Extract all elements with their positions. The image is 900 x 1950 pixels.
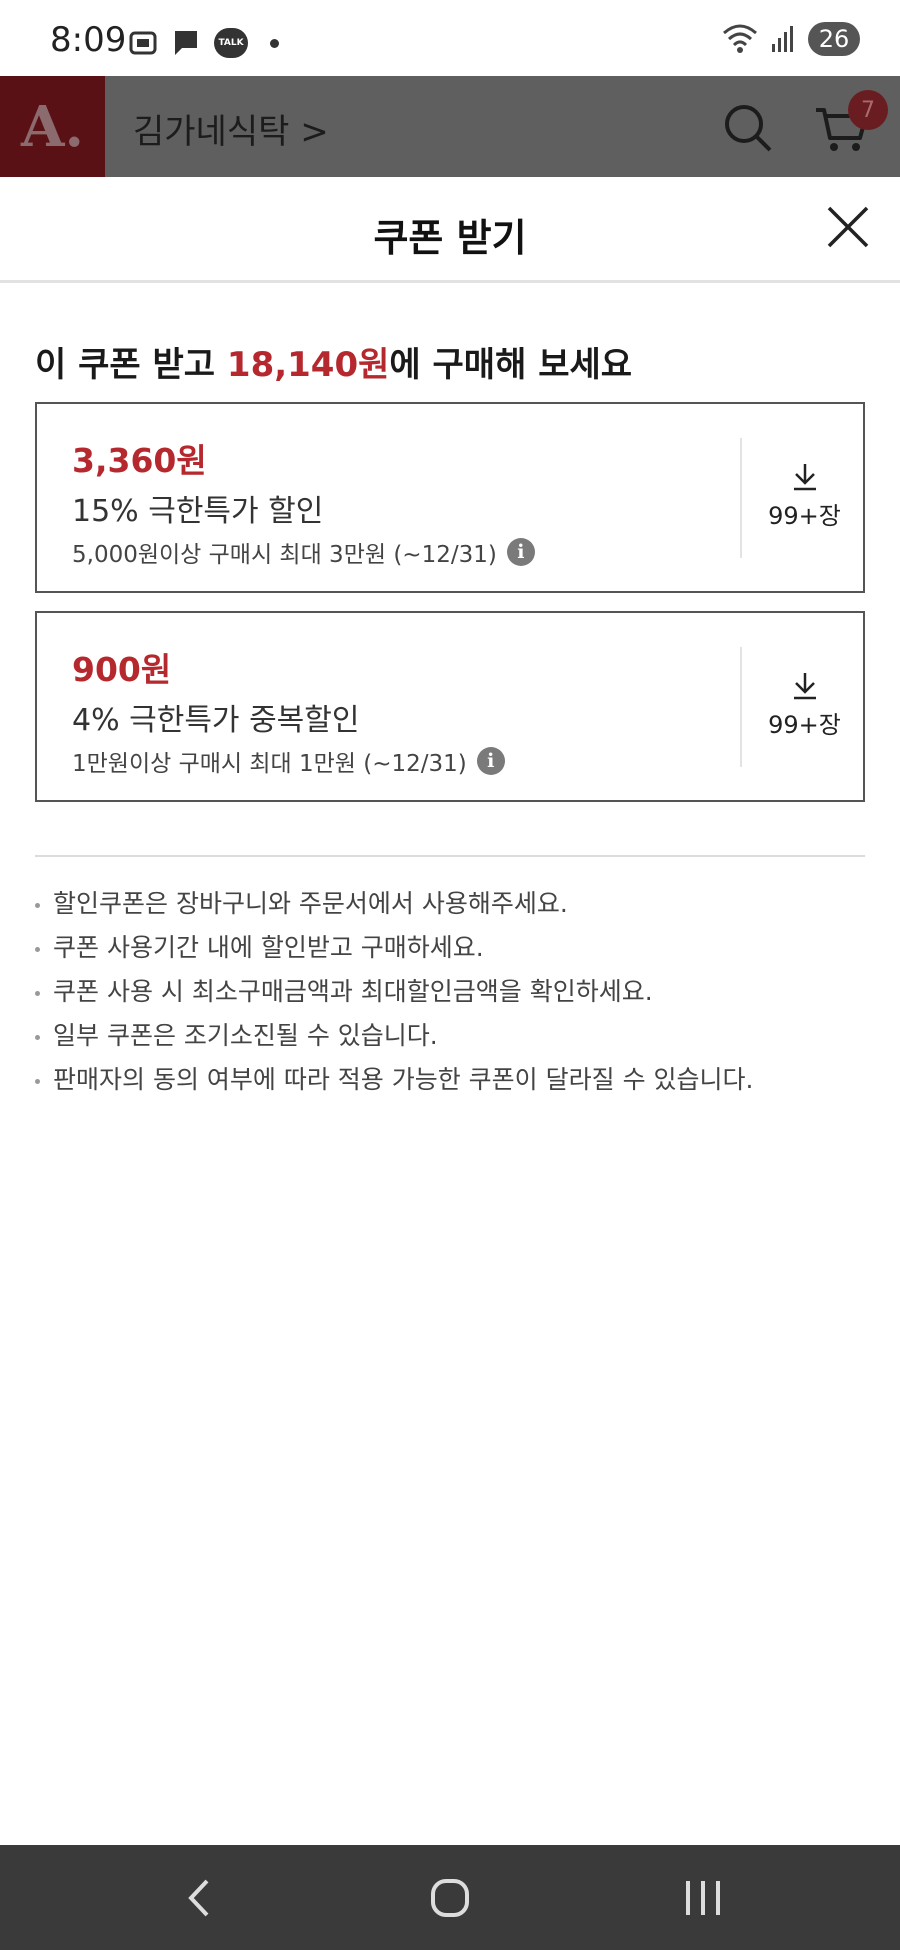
kakaotalk-icon: TALK bbox=[214, 28, 248, 58]
coupon-condition-text: 5,000원이상 구매시 최대 3만원 (~12/31) bbox=[72, 542, 497, 568]
screenshot-icon bbox=[129, 31, 157, 55]
signal-icon bbox=[772, 26, 793, 52]
wifi-icon bbox=[723, 24, 757, 53]
coupon-download-count: 99+장 bbox=[768, 502, 841, 530]
coupon-name: 15% 극한특가 할인 bbox=[72, 494, 324, 529]
sheet-title: 쿠폰 받기 bbox=[373, 216, 527, 260]
coupon-notice-list: 할인쿠폰은 장바구니와 주문서에서 사용해주세요. 쿠폰 사용기간 내에 할인받… bbox=[35, 889, 865, 1109]
notice-item: 쿠폰 사용 시 최소구매금액과 최대할인금액을 확인하세요. bbox=[35, 977, 865, 1007]
coupon-download-button[interactable]: 99+장 bbox=[742, 462, 867, 542]
info-icon[interactable]: i bbox=[476, 747, 505, 775]
coupon-download-count: 99+장 bbox=[768, 711, 841, 739]
notice-divider bbox=[35, 855, 865, 857]
close-icon[interactable] bbox=[825, 204, 871, 250]
cart-count: 7 bbox=[861, 97, 875, 123]
coupon-sheet: 쿠폰 받기 이 쿠폰 받고 18,140원에 구매해 보세요 3,360원 15… bbox=[0, 177, 900, 1845]
coupon-headline: 이 쿠폰 받고 18,140원에 구매해 보세요 bbox=[35, 337, 632, 386]
kakaotalk-label: TALK bbox=[218, 38, 244, 48]
search-icon[interactable] bbox=[722, 102, 774, 154]
download-icon bbox=[793, 673, 816, 700]
notice-item: 할인쿠폰은 장바구니와 주문서에서 사용해주세요. bbox=[35, 889, 865, 919]
recent-apps-icon[interactable] bbox=[678, 1873, 728, 1923]
coupon-condition-text: 1만원이상 구매시 최대 1만원 (~12/31) bbox=[72, 751, 467, 777]
system-nav-bar bbox=[0, 1845, 900, 1950]
back-icon[interactable] bbox=[175, 1873, 225, 1923]
coupon-name: 4% 극한특가 중복할인 bbox=[72, 703, 360, 738]
screen: 8:09 TALK 26 A. 김가네식탁 > 7 쿠폰 받기 이 쿠폰 받고 … bbox=[0, 0, 900, 1950]
app-header: A. 김가네식탁 > 7 bbox=[0, 76, 900, 177]
status-right: 26 bbox=[722, 22, 860, 56]
coupon-condition: 1만원이상 구매시 최대 1만원 (~12/31) i bbox=[72, 744, 505, 778]
coupon-download-button[interactable]: 99+장 bbox=[742, 671, 867, 751]
battery-level: 26 bbox=[818, 25, 850, 53]
battery-indicator: 26 bbox=[808, 22, 860, 56]
download-icon bbox=[793, 464, 816, 491]
headline-post: 에 구매해 보세요 bbox=[389, 345, 633, 385]
notice-item: 쿠폰 사용기간 내에 할인받고 구매하세요. bbox=[35, 933, 865, 963]
status-bar: 8:09 TALK 26 bbox=[0, 0, 900, 76]
notification-icons: TALK bbox=[128, 28, 279, 58]
cart-count-badge: 7 bbox=[848, 90, 888, 130]
brand-logo[interactable]: A. bbox=[0, 76, 105, 177]
home-icon[interactable] bbox=[425, 1873, 475, 1923]
notice-item: 판매자의 동의 여부에 따라 적용 가능한 쿠폰이 달라질 수 있습니다. bbox=[35, 1065, 865, 1095]
notice-item: 일부 쿠폰은 조기소진될 수 있습니다. bbox=[35, 1021, 865, 1051]
coupon-card[interactable]: 3,360원 15% 극한특가 할인 5,000원이상 구매시 최대 3만원 (… bbox=[35, 402, 865, 593]
info-icon[interactable]: i bbox=[506, 538, 535, 566]
coupon-card[interactable]: 900원 4% 극한특가 중복할인 1만원이상 구매시 최대 1만원 (~12/… bbox=[35, 611, 865, 802]
coupon-condition: 5,000원이상 구매시 최대 3만원 (~12/31) i bbox=[72, 535, 535, 569]
coupon-amount: 900원 bbox=[72, 650, 172, 689]
headline-pre: 이 쿠폰 받고 bbox=[35, 345, 227, 385]
message-icon bbox=[175, 31, 197, 55]
store-name-link[interactable]: 김가네식탁 > bbox=[133, 104, 329, 153]
brand-logo-text: A. bbox=[21, 93, 84, 160]
status-time: 8:09 bbox=[50, 20, 127, 60]
coupon-amount: 3,360원 bbox=[72, 441, 207, 480]
sheet-divider bbox=[0, 280, 900, 283]
headline-price: 18,140원 bbox=[226, 345, 390, 385]
dot-icon bbox=[270, 38, 279, 48]
